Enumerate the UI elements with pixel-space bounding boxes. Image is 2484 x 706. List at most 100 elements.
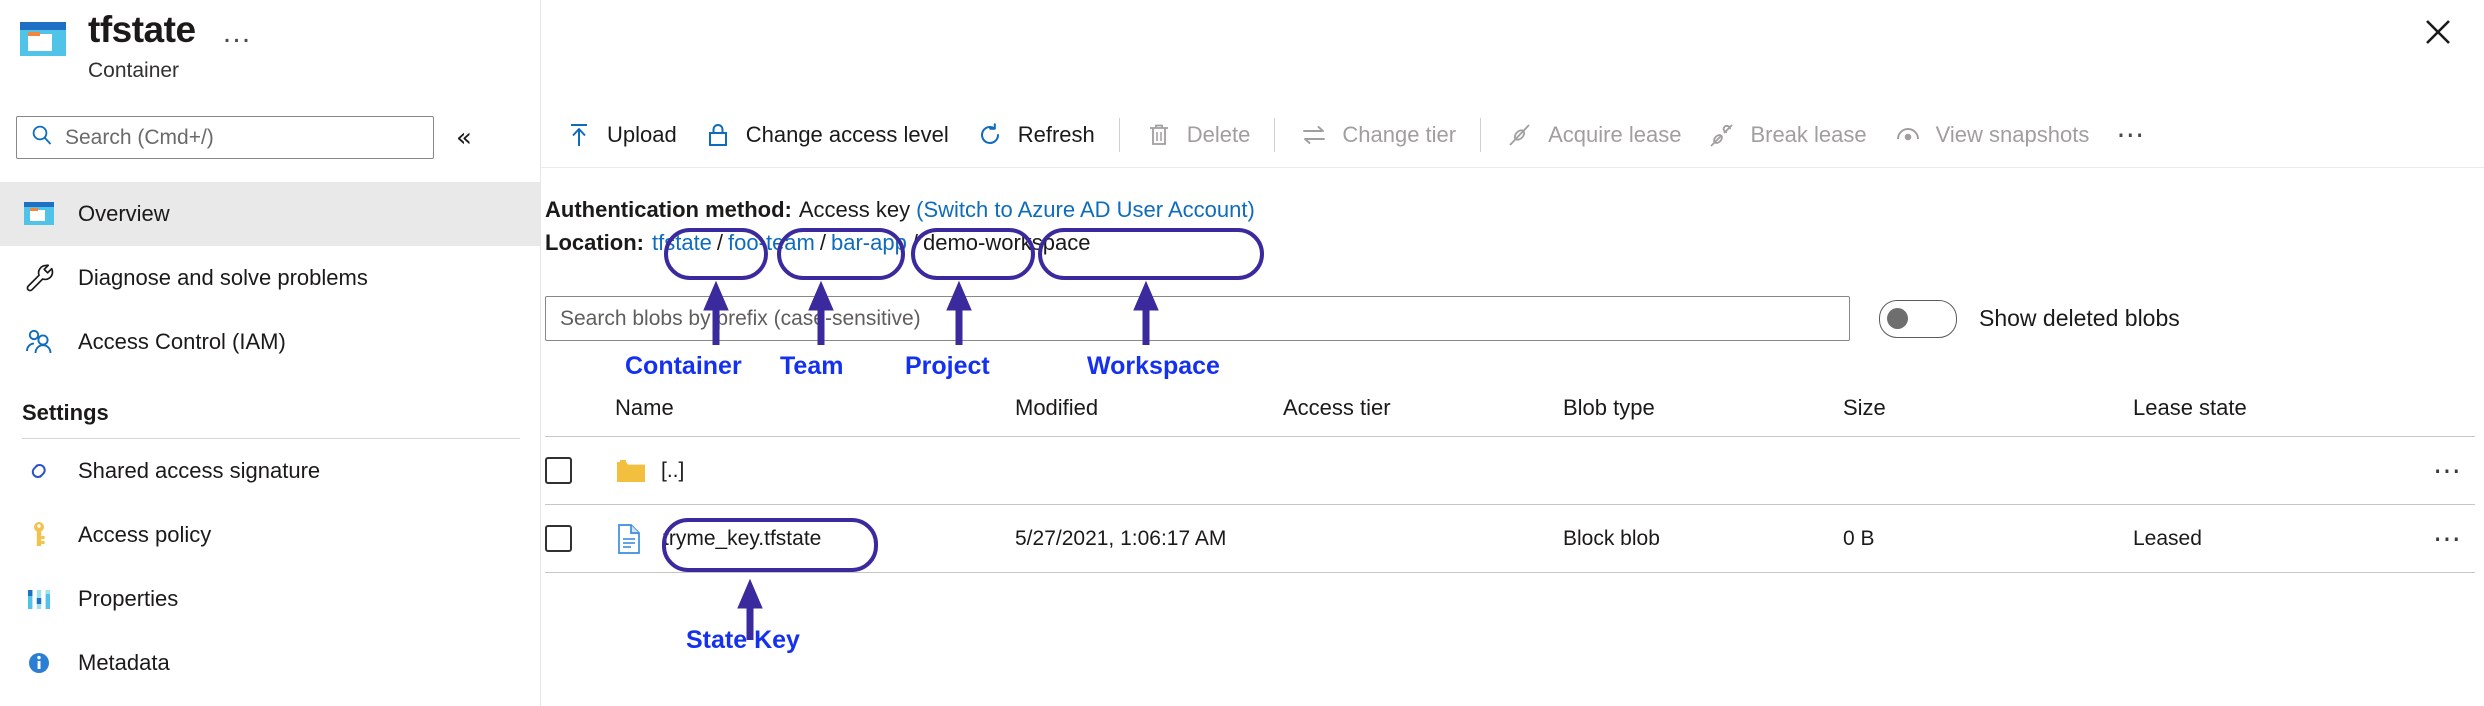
toolbar-label: Change tier bbox=[1342, 122, 1457, 147]
change-tier-button[interactable]: Change tier bbox=[1286, 104, 1469, 166]
column-header-lease-state[interactable]: Lease state bbox=[2133, 395, 2433, 421]
sidebar-item-diagnose[interactable]: Diagnose and solve problems bbox=[0, 246, 540, 310]
sidebar-item-label: Metadata bbox=[78, 650, 170, 675]
search-icon bbox=[30, 123, 54, 152]
toolbar-separator bbox=[1118, 118, 1120, 152]
resource-subtitle: Container bbox=[88, 59, 180, 82]
sidebar-item-label: Access policy bbox=[78, 522, 212, 547]
snapshot-icon bbox=[1893, 120, 1923, 150]
row-blob-type: Block blob bbox=[1563, 526, 1660, 550]
row-more-button[interactable]: ⋯ bbox=[2433, 524, 2482, 552]
sidebar-search-row: Search (Cmd+/) « bbox=[16, 116, 516, 159]
toolbar-label: Change access level bbox=[745, 122, 949, 147]
sidebar-item-label: Access Control (IAM) bbox=[78, 329, 286, 354]
breadcrumb-project[interactable]: bar-app bbox=[831, 230, 907, 256]
lease-icon bbox=[1505, 120, 1535, 150]
sidebar-item-access-control[interactable]: Access Control (IAM) bbox=[0, 310, 540, 374]
container-icon bbox=[22, 197, 56, 231]
table-header-row: Name Modified Access tier Blob type Size… bbox=[545, 380, 2475, 436]
row-more-button[interactable]: ⋯ bbox=[2433, 456, 2482, 484]
change-access-level-button[interactable]: Change access level bbox=[690, 104, 962, 166]
file-icon bbox=[615, 523, 651, 555]
search-input[interactable]: Search (Cmd+/) bbox=[16, 116, 434, 159]
show-deleted-blobs-row: Show deleted blobs bbox=[1879, 296, 2180, 341]
breadcrumb-team[interactable]: foo-team bbox=[728, 230, 815, 256]
sidebar-item-metadata[interactable]: Metadata bbox=[0, 631, 540, 695]
column-header-name[interactable]: Name bbox=[615, 395, 1015, 421]
row-checkbox-cell bbox=[545, 525, 615, 552]
acquire-lease-button[interactable]: Acquire lease bbox=[1492, 104, 1694, 166]
left-panel: tfstate … Container Search (Cmd+/) « Ove… bbox=[0, 0, 541, 706]
sidebar-item-overview[interactable]: Overview bbox=[0, 182, 540, 246]
show-deleted-blobs-toggle[interactable] bbox=[1879, 299, 1957, 338]
sidebar-item-label: Properties bbox=[78, 586, 179, 611]
refresh-icon bbox=[975, 120, 1005, 150]
toolbar-more-button[interactable]: ⋯ bbox=[2102, 121, 2161, 149]
row-checkbox[interactable] bbox=[545, 457, 572, 484]
row-checkbox[interactable] bbox=[545, 525, 572, 552]
breadcrumb: Location: tfstate / foo-team / bar-app /… bbox=[545, 230, 1092, 256]
break-lease-icon bbox=[1707, 120, 1737, 150]
row-lease-state: Leased bbox=[2133, 526, 2202, 550]
resource-more-button[interactable]: … bbox=[222, 18, 255, 48]
row-checkbox-cell bbox=[545, 457, 615, 484]
delete-button[interactable]: Delete bbox=[1131, 104, 1264, 166]
column-header-access-tier[interactable]: Access tier bbox=[1283, 395, 1563, 421]
row-modified: 5/27/2021, 1:06:17 AM bbox=[1015, 526, 1227, 550]
sidebar-item-label: Shared access signature bbox=[78, 458, 321, 483]
column-header-blob-type[interactable]: Blob type bbox=[1563, 395, 1843, 421]
table-row[interactable]: tryme_key.tfstate 5/27/2021, 1:06:17 AM … bbox=[545, 505, 2475, 572]
row-size: 0 B bbox=[1843, 526, 1875, 550]
key-icon bbox=[22, 518, 56, 552]
breadcrumb-workspace: demo-workspace bbox=[922, 230, 1091, 255]
breadcrumb-container[interactable]: tfstate bbox=[652, 230, 712, 256]
row-name: tryme_key.tfstate bbox=[663, 526, 822, 550]
toolbar-separator bbox=[1274, 118, 1276, 152]
breadcrumb-separator: / bbox=[819, 230, 826, 255]
bars-icon bbox=[22, 582, 56, 616]
break-lease-button[interactable]: Break lease bbox=[1694, 104, 1879, 166]
toolbar-label: Refresh bbox=[1017, 122, 1095, 147]
sidebar-item-access-policy[interactable]: Access policy bbox=[0, 503, 540, 567]
close-icon[interactable] bbox=[2414, 8, 2462, 56]
upload-button[interactable]: Upload bbox=[551, 104, 690, 166]
toolbar-label: Acquire lease bbox=[1548, 122, 1682, 147]
view-snapshots-button[interactable]: View snapshots bbox=[1880, 104, 2103, 166]
refresh-button[interactable]: Refresh bbox=[962, 104, 1108, 166]
collapse-panel-button[interactable]: « bbox=[456, 125, 472, 151]
page-title: tfstate bbox=[88, 9, 196, 50]
row-name-cell[interactable]: [..] bbox=[615, 457, 1015, 485]
toolbar-separator bbox=[1480, 118, 1482, 152]
container-icon bbox=[18, 14, 68, 64]
row-name: [..] bbox=[661, 458, 685, 482]
swap-arrows-icon bbox=[1299, 120, 1329, 150]
blob-table: Name Modified Access tier Blob type Size… bbox=[545, 380, 2475, 573]
azure-container-blade: tfstate … Container Search (Cmd+/) « Ove… bbox=[0, 0, 2484, 706]
show-deleted-blobs-label: Show deleted blobs bbox=[1979, 305, 2180, 331]
breadcrumb-separator: / bbox=[716, 230, 724, 255]
column-header-modified[interactable]: Modified bbox=[1015, 395, 1283, 421]
toggle-knob bbox=[1887, 307, 1908, 329]
authentication-method-label: Authentication method: bbox=[545, 197, 792, 222]
blob-search-input[interactable]: Search blobs by prefix (case-sensitive) bbox=[545, 296, 1850, 341]
toolbar-label: Delete bbox=[1186, 122, 1251, 147]
column-header-size[interactable]: Size bbox=[1843, 395, 2133, 421]
authentication-method-value: Access key bbox=[798, 197, 911, 222]
toolbar-label: Upload bbox=[607, 122, 677, 147]
sidebar-section-settings: Settings bbox=[22, 400, 109, 425]
toolbar-label: Break lease bbox=[1750, 122, 1867, 147]
table-row[interactable]: [..] ⋯ bbox=[545, 437, 2475, 504]
sidebar-item-shared-access-signature[interactable]: Shared access signature bbox=[0, 439, 540, 503]
sidebar-item-properties[interactable]: Properties bbox=[0, 567, 540, 631]
table-row-divider bbox=[545, 572, 2475, 573]
lock-icon bbox=[703, 120, 733, 150]
blob-search-placeholder: Search blobs by prefix (case-sensitive) bbox=[560, 306, 921, 330]
link-icon bbox=[22, 454, 56, 488]
authentication-method-row: Authentication method: Access key (Switch … bbox=[545, 196, 1255, 224]
command-toolbar: Upload Change access level Refresh Delet… bbox=[551, 104, 2161, 166]
resource-header: tfstate … Container bbox=[18, 8, 255, 83]
row-name-cell[interactable]: tryme_key.tfstate bbox=[615, 523, 1015, 555]
info-icon bbox=[22, 646, 56, 680]
switch-auth-link[interactable]: (Switch to Azure AD User Account) bbox=[916, 197, 1255, 222]
toolbar-divider bbox=[541, 167, 2484, 168]
